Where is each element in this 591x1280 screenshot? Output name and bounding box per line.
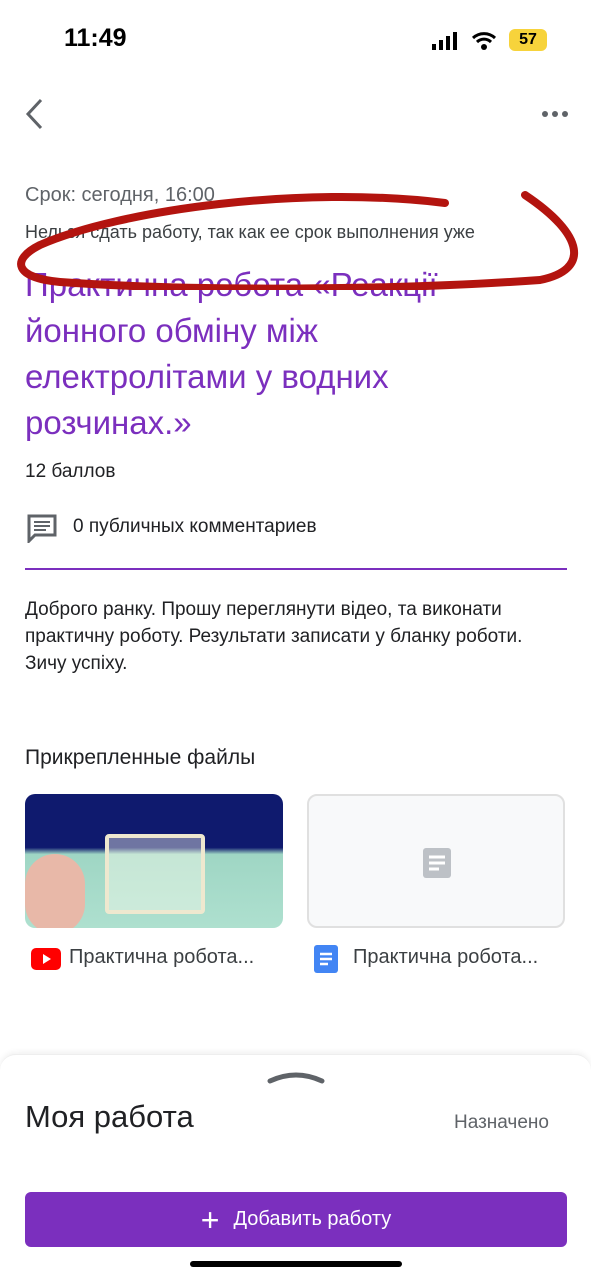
signal-wifi-icon [432,32,497,50]
add-work-button[interactable]: + Добавить работу [25,1192,567,1247]
attachments-heading: Прикрепленные файлы [25,746,256,769]
more-options-icon[interactable] [540,108,570,120]
my-work-title: Моя работа [25,1099,194,1134]
comments-link[interactable]: 0 публичных комментариев [73,516,317,538]
status-time: 11:49 [64,24,127,52]
thumbnail-hand [25,854,85,928]
google-docs-icon [314,945,338,973]
add-work-label: Добавить работу [233,1208,392,1230]
divider [25,568,567,570]
document-icon [423,848,451,878]
home-indicator[interactable] [190,1261,402,1267]
attachment-name[interactable]: Практична робота... [69,946,254,969]
red-annotation-ellipse [17,191,579,290]
video-thumbnail[interactable] [25,794,283,928]
plus-icon: + [200,1201,220,1238]
document-thumbnail[interactable] [307,794,565,928]
points: 12 баллов [25,461,116,482]
description: Доброго ранку. Прошу переглянути відео, … [25,599,523,674]
thumbnail-rack [105,834,205,914]
battery-indicator: 57 [509,29,547,51]
attachment-name[interactable]: Практична робота... [353,946,538,969]
comment-icon[interactable] [26,513,58,543]
sheet-handle-icon[interactable] [266,1069,326,1085]
back-icon[interactable] [22,96,46,132]
work-status: Назначено [454,1112,549,1133]
youtube-icon [31,948,61,970]
